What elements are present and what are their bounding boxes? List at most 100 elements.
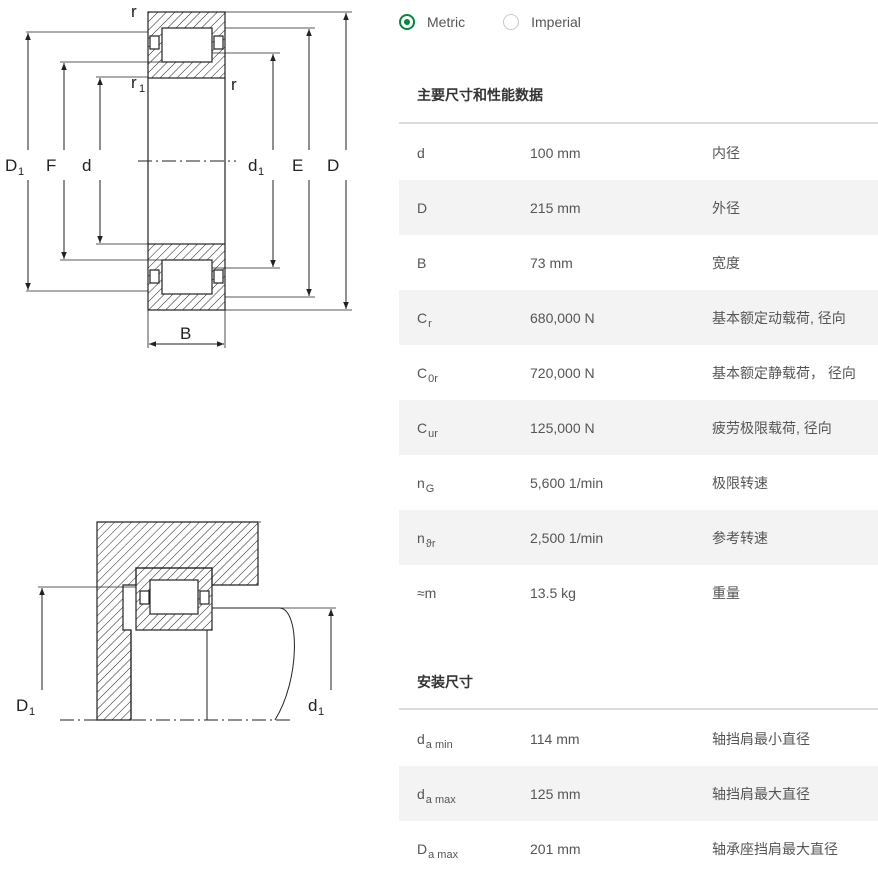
symbol: C — [417, 364, 428, 381]
symbol: n — [417, 529, 425, 546]
table-row: Da max 201 mm 轴承座挡肩最大直径 — [399, 821, 878, 876]
table-row: da max 125 mm 轴挡肩最大直径 — [399, 766, 878, 821]
symbol-subscript: r — [428, 317, 432, 330]
label-D1-sub: 1 — [18, 166, 24, 178]
label-r1-sub: 1 — [139, 83, 145, 95]
table-row: D 215 mm 外径 — [399, 180, 878, 235]
label-mount-d1-sub: 1 — [318, 706, 324, 718]
description-cell: 外径 — [712, 199, 740, 216]
description-cell: 轴挡肩最大直径 — [712, 785, 810, 802]
symbol-cell: d — [399, 145, 530, 161]
description-cell: 疲劳极限载荷, 径向 — [712, 419, 832, 436]
description-cell: 宽度 — [712, 254, 740, 271]
description-cell: 轴承座挡肩最大直径 — [712, 840, 838, 857]
symbol-cell: D — [399, 200, 530, 216]
label-B: B — [180, 324, 191, 343]
label-mount-D1-sub: 1 — [29, 706, 35, 718]
label-D: D — [327, 156, 339, 175]
table-row: da min 114 mm 轴挡肩最小直径 — [399, 711, 878, 766]
label-F: F — [46, 156, 56, 175]
label-d: d — [82, 156, 91, 175]
table-row: Cur 125,000 N 疲劳极限载荷, 径向 — [399, 400, 878, 455]
table-row: ≈m 13.5 kg 重量 — [399, 565, 878, 620]
imperial-label: Imperial — [531, 14, 581, 30]
symbol: B — [417, 254, 427, 271]
bearing-section-view — [25, 11, 352, 348]
value-cell: 720,000 N — [530, 364, 595, 381]
label-r-side: r — [231, 75, 237, 94]
metric-radio[interactable]: Metric — [399, 14, 465, 30]
section-divider — [399, 708, 878, 710]
main-dimensions-table: d 100 mm 内径 D 215 mm 外径 B 73 mm 宽度 Cr 680,000 N 基本额… — [399, 125, 878, 620]
bearing-drawing: r r 1 r D 1 F d d 1 E D B D 1 d 1 — [5, 2, 352, 721]
label-mount-D1: D — [16, 696, 28, 715]
value-cell: 680,000 N — [530, 309, 595, 326]
value-cell: 114 mm — [530, 730, 580, 747]
table-row: B 73 mm 宽度 — [399, 235, 878, 290]
symbol: ≈m — [417, 584, 437, 601]
symbol-cell: da max — [399, 785, 530, 806]
value-cell: 2,500 1/min — [530, 529, 604, 546]
description-cell: 重量 — [712, 584, 740, 601]
table-row: Cr 680,000 N 基本额定动载荷, 径向 — [399, 290, 878, 345]
value-cell: 125,000 N — [530, 419, 595, 436]
label-d1-sub: 1 — [258, 166, 264, 178]
value-cell: 215 mm — [530, 199, 581, 216]
label-D1: D — [5, 156, 17, 175]
symbol-subscript: ur — [428, 427, 438, 440]
description-cell: 参考转速 — [712, 529, 768, 546]
symbol: d — [417, 144, 425, 161]
symbol-subscript: ϑr — [425, 537, 436, 550]
symbol-subscript: G — [425, 482, 435, 495]
label-r-top: r — [131, 2, 137, 21]
symbol-cell: nG — [399, 474, 530, 495]
description-cell: 轴挡肩最小直径 — [712, 730, 810, 747]
mounting-dimensions-table: da min 114 mm 轴挡肩最小直径 da max 125 mm 轴挡肩最大直径 Da… — [399, 711, 878, 876]
description-cell: 极限转速 — [712, 474, 768, 491]
symbol: C — [417, 309, 428, 326]
metric-label: Metric — [427, 14, 466, 30]
symbol-subscript: a max — [425, 793, 456, 806]
description-cell: 基本额定静载荷， 径向 — [712, 364, 856, 381]
mounting-view — [38, 521, 336, 721]
symbol-subscript: 0r — [428, 372, 438, 385]
label-E: E — [292, 156, 303, 175]
value-cell: 201 mm — [530, 840, 581, 857]
label-mount-d1: d — [308, 696, 317, 715]
symbol: D — [417, 840, 428, 857]
symbol-subscript: a min — [425, 738, 453, 751]
symbol: n — [417, 474, 425, 491]
symbol-cell: nϑr — [399, 529, 530, 550]
radio-checked-icon — [399, 14, 415, 30]
table-row: d 100 mm 内径 — [399, 125, 878, 180]
technical-drawings: r r 1 r D 1 F d d 1 E D B D 1 d 1 — [0, 0, 390, 863]
table-row: nG 5,600 1/min 极限转速 — [399, 455, 878, 510]
value-cell: 100 mm — [530, 144, 581, 161]
symbol-subscript: a max — [428, 848, 459, 861]
description-cell: 基本额定动载荷, 径向 — [712, 309, 846, 326]
value-cell: 13.5 kg — [530, 584, 576, 601]
table-row: C0r 720,000 N 基本额定静载荷， 径向 — [399, 345, 878, 400]
label-d1: d — [248, 156, 257, 175]
mounting-dimensions-title: 安装尺寸 — [417, 674, 473, 690]
symbol-cell: ≈m — [399, 585, 530, 601]
value-cell: 73 mm — [530, 254, 573, 271]
symbol: D — [417, 199, 428, 216]
symbol-cell: B — [399, 255, 530, 271]
symbol-cell: C0r — [399, 364, 530, 385]
symbol: d — [417, 730, 425, 747]
table-row: nϑr 2,500 1/min 参考转速 — [399, 510, 878, 565]
symbol-cell: da min — [399, 730, 530, 751]
value-cell: 5,600 1/min — [530, 474, 604, 491]
symbol: C — [417, 419, 428, 436]
description-cell: 内径 — [712, 144, 740, 161]
symbol-cell: Cr — [399, 309, 530, 330]
imperial-radio[interactable]: Imperial — [503, 14, 581, 30]
symbol-cell: Da max — [399, 840, 530, 861]
main-dimensions-title: 主要尺寸和性能数据 — [417, 87, 543, 103]
unit-selector: Metric Imperial — [399, 10, 619, 34]
section-divider — [399, 122, 878, 124]
symbol-cell: Cur — [399, 419, 530, 440]
symbol: d — [417, 785, 425, 802]
radio-unchecked-icon — [503, 14, 520, 30]
